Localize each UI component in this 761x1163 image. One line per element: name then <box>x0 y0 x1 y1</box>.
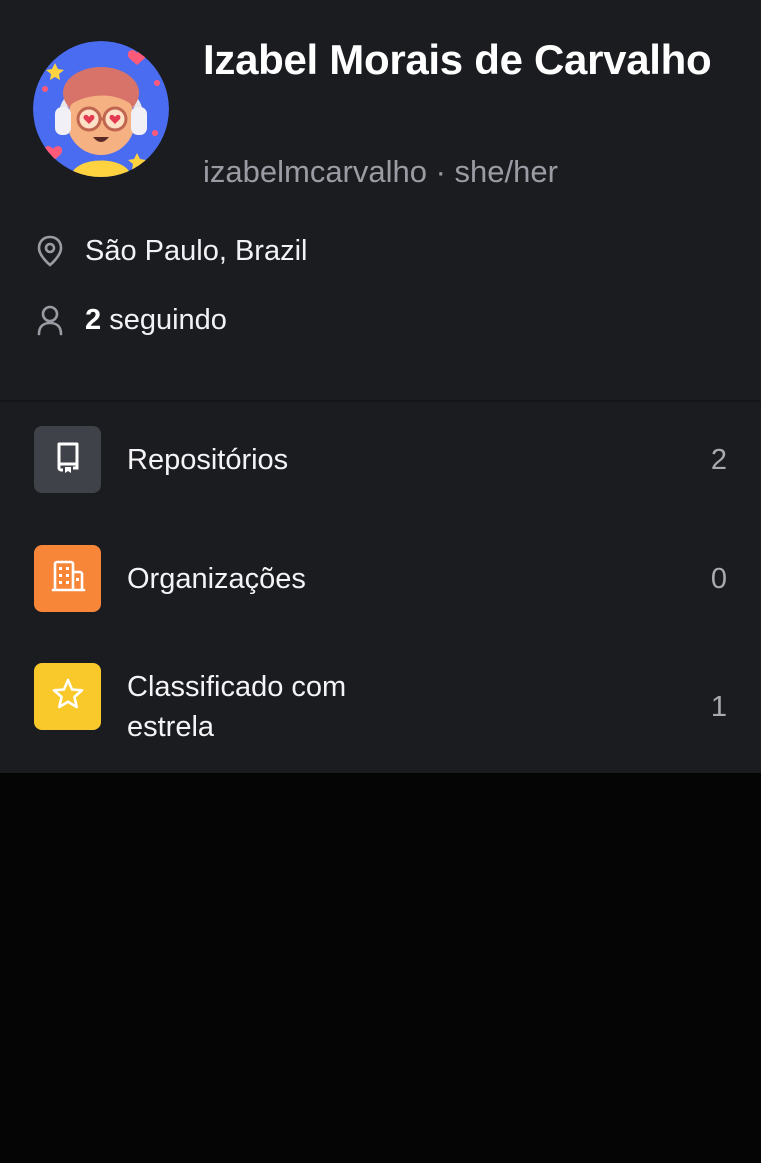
avatar-illustration <box>33 41 169 177</box>
starred-label: Classificado com estrela <box>127 671 347 743</box>
repo-tile <box>34 426 101 493</box>
starred-count: 1 <box>710 691 727 723</box>
organization-icon <box>50 558 86 599</box>
organization-tile <box>34 545 101 612</box>
star-icon <box>51 677 85 716</box>
menu-item-starred[interactable]: Classificado com estrela 1 <box>0 663 761 743</box>
profile-handle: izabelmcarvalho · she/her <box>203 154 558 189</box>
location-pin-icon <box>33 234 67 268</box>
location-text: São Paulo, Brazil <box>85 234 308 267</box>
following-text: 2 seguindo <box>85 304 227 337</box>
profile-header: Izabel Morais de Carvalho izabelmcarvalh… <box>0 0 761 400</box>
organizations-count: 0 <box>710 563 727 595</box>
person-icon <box>33 303 67 337</box>
following-row[interactable]: 2 seguindo <box>33 300 227 340</box>
empty-area <box>0 773 761 1163</box>
star-tile <box>34 663 101 730</box>
menu-item-organizations[interactable]: Organizações 0 <box>0 545 761 612</box>
following-count: 2 <box>85 303 102 336</box>
avatar[interactable] <box>33 41 169 177</box>
organizations-label: Organizações <box>127 563 306 595</box>
location-row: São Paulo, Brazil <box>33 231 307 271</box>
repositories-label: Repositórios <box>127 444 289 476</box>
following-label: seguindo <box>101 303 227 336</box>
menu-item-repositories[interactable]: Repositórios 2 <box>0 426 761 493</box>
repo-icon <box>53 440 83 479</box>
profile-name: Izabel Morais de Carvalho <box>203 36 712 83</box>
repositories-count: 2 <box>710 444 727 476</box>
profile-menu: Repositórios 2 Organizações 0 Classifica… <box>0 402 761 773</box>
